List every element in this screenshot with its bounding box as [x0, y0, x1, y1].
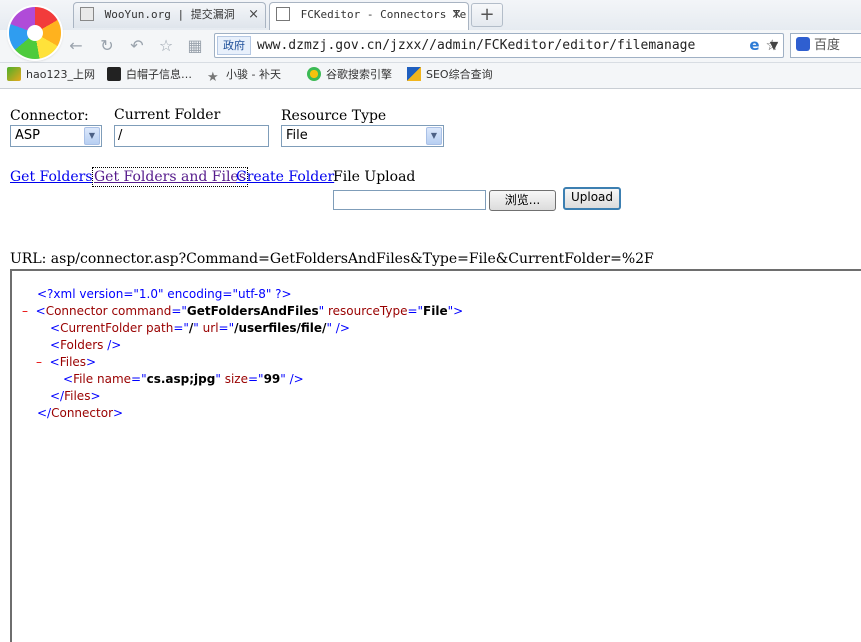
tab-wooyun[interactable]: WooYun.org | 提交漏洞 ×: [73, 2, 266, 28]
seo-icon: [407, 67, 421, 81]
upload-button[interactable]: Upload: [563, 187, 621, 210]
xml-files-close: </Files>: [50, 389, 101, 403]
google-icon: [307, 67, 321, 81]
apps-grid-icon[interactable]: ▦: [185, 36, 205, 56]
browse-button[interactable]: 浏览...: [489, 190, 556, 211]
close-tab-icon[interactable]: ×: [451, 3, 462, 27]
navigation-bar: ← ↻ ↶ ☆ ▦ 政府 www.dzmzj.gov.cn/jzxx//admi…: [0, 30, 861, 63]
collapse-toggle[interactable]: –: [36, 355, 42, 369]
xml-attr: path: [146, 321, 174, 335]
bookmark-google[interactable]: 谷歌搜索引擎: [307, 63, 392, 87]
xml-connector-open: – <Connector command="GetFoldersAndFiles…: [22, 304, 464, 318]
xml-files-open: – <Files>: [36, 355, 97, 369]
xml-value: cs.asp;jpg: [146, 372, 216, 386]
bookmark-label: 小骏 - 补天: [226, 68, 281, 81]
xml-tag: Files: [64, 389, 91, 403]
bookmark-seo[interactable]: SEO综合查询: [407, 63, 493, 87]
hao123-icon: [7, 67, 21, 81]
xml-attr: resourceType: [328, 304, 408, 318]
xml-declaration: <?xml version="1.0" encoding="utf-8" ?>: [37, 286, 292, 303]
resource-type-value: File: [286, 128, 308, 143]
file-upload-label: File Upload: [333, 169, 416, 185]
chevron-down-icon: ▼: [84, 127, 100, 145]
star-icon: ★: [207, 70, 219, 85]
current-folder-label: Current Folder: [114, 107, 221, 123]
xml-tag: File: [73, 372, 94, 386]
file-path-input[interactable]: [333, 190, 486, 210]
xml-attr: command: [111, 304, 172, 318]
current-folder-input[interactable]: /: [114, 125, 269, 147]
resource-type-select[interactable]: File ▼: [281, 125, 444, 147]
search-box[interactable]: 百度: [790, 33, 861, 58]
xml-attr: name: [96, 372, 132, 386]
baidu-paw-icon: [796, 37, 810, 51]
xml-currentfolder: <CurrentFolder path="/" url="/userfiles/…: [50, 321, 350, 335]
xml-tag: Connector: [45, 304, 108, 318]
tab-fckeditor[interactable]: FCKeditor - Connectors Te ×: [269, 2, 469, 30]
refresh-icon[interactable]: ↻: [97, 36, 117, 56]
bookmark-hao123[interactable]: hao123_上网: [7, 63, 95, 87]
xml-file: <File name="cs.asp;jpg" size="99" />: [63, 372, 304, 386]
bookmark-butian[interactable]: ★ 小骏 - 补天: [207, 63, 281, 87]
page-content: Connector: ASP ▼ Current Folder / Resour…: [0, 89, 861, 642]
wooyun-icon: [107, 67, 121, 81]
xml-value: 99: [263, 372, 281, 386]
bookmark-label: hao123_上网: [26, 68, 95, 81]
xml-tag: Files: [59, 355, 87, 369]
bookmark-label: 谷歌搜索引擎: [326, 68, 392, 81]
bookmarks-bar: hao123_上网 白帽子信息… ★ 小骏 - 补天 谷歌搜索引擎 SEO综合查询: [0, 63, 861, 89]
xml-value: GetFoldersAndFiles: [186, 304, 319, 318]
ie-mode-icon[interactable]: e: [749, 36, 759, 54]
connector-select[interactable]: ASP ▼: [10, 125, 102, 147]
chevron-down-icon: ▼: [426, 127, 442, 145]
new-tab-button[interactable]: +: [471, 3, 503, 27]
connector-label: Connector:: [10, 108, 89, 124]
xml-response-frame[interactable]: <?xml version="1.0" encoding="utf-8" ?> …: [10, 269, 861, 642]
xml-attr: size: [224, 372, 248, 386]
favorite-star-icon[interactable]: ☆: [156, 36, 176, 56]
xml-attr: url: [202, 321, 219, 335]
tab-title: FCKeditor - Connectors Te: [300, 8, 467, 21]
search-engine-label: 百度: [814, 38, 841, 53]
connector-value: ASP: [15, 128, 40, 143]
url-readout: URL: asp/connector.asp?Command=GetFolder…: [10, 251, 654, 267]
create-folder-link[interactable]: Create Folder: [236, 169, 334, 185]
page-favicon-icon: [276, 7, 290, 21]
wooyun-favicon-icon: [80, 7, 94, 21]
undo-close-icon[interactable]: ↶: [127, 36, 147, 56]
xml-tag: Connector: [51, 406, 114, 420]
get-folders-and-files-link[interactable]: Get Folders and Files: [92, 167, 248, 187]
bookmark-whitehat[interactable]: 白帽子信息…: [107, 63, 192, 87]
xml-tag: Folders: [60, 338, 104, 352]
gov-site-badge: 政府: [217, 36, 251, 55]
xml-folders: <Folders />: [50, 338, 122, 352]
bookmark-label: 白帽子信息…: [126, 68, 192, 81]
address-bar[interactable]: 政府 www.dzmzj.gov.cn/jzxx//admin/FCKedito…: [214, 33, 784, 58]
xml-value: File: [423, 304, 448, 318]
browser-logo-icon[interactable]: [9, 7, 61, 59]
bookmark-label: SEO综合查询: [426, 68, 493, 81]
back-icon[interactable]: ←: [66, 36, 86, 56]
xml-tag: CurrentFolder: [60, 321, 143, 335]
close-tab-icon[interactable]: ×: [248, 3, 259, 27]
tab-strip: WooYun.org | 提交漏洞 × FCKeditor - Connecto…: [0, 0, 861, 30]
xml-value: /userfiles/file/: [234, 321, 327, 335]
xml-connector-close: </Connector>: [37, 406, 124, 420]
xml-decl-text: <?xml version="1.0" encoding="utf-8" ?>: [37, 287, 292, 301]
collapse-toggle[interactable]: –: [22, 304, 28, 318]
resource-type-label: Resource Type: [281, 108, 387, 124]
address-dropdown-icon[interactable]: ▼: [764, 34, 784, 57]
tab-title: WooYun.org | 提交漏洞: [104, 8, 235, 21]
address-url[interactable]: www.dzmzj.gov.cn/jzxx//admin/FCKeditor/e…: [257, 34, 707, 57]
get-folders-link[interactable]: Get Folders: [10, 169, 93, 185]
